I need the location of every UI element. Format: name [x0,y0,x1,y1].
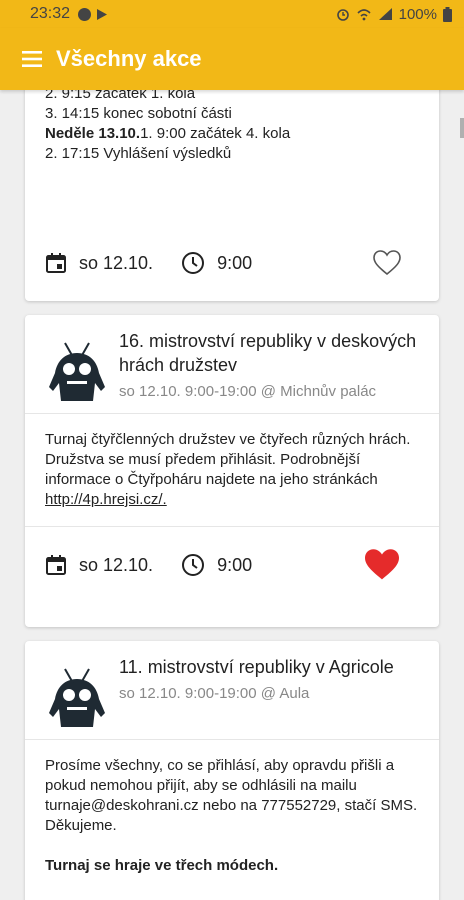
events-list[interactable]: 2. 9:15 začátek 1. kola 3. 14:15 konec s… [0,90,464,900]
event-card[interactable]: 11. mistrovství republiky v Agricole so … [25,641,439,900]
event-description: Turnaj čtyřčlenných družstev ve čtyřech … [45,431,411,508]
status-right: 100% [336,6,452,23]
event-description: 2. 9:15 začátek 1. kola 3. 14:15 konec s… [25,90,439,180]
event-link[interactable]: http://4p.hrejsi.cz/. [45,491,167,508]
signal-icon [378,8,392,20]
event-time: 9:00 [181,251,252,275]
app-title: Všechny akce [56,46,202,71]
clock-icon [182,554,205,576]
notification-a-icon [78,7,92,21]
event-card[interactable]: 16. mistrovství republiky v deskových hr… [25,315,439,627]
event-meta: so 12.10. 9:00-19:00 @ Aula [119,685,310,702]
event-card[interactable]: 2. 9:15 začátek 1. kola 3. 14:15 konec s… [25,90,439,301]
description-line: 2. 9:15 začátek 1. kola [45,90,196,102]
event-info: 16. mistrovství republiky v deskových hr… [119,329,419,403]
favorite-filled-icon[interactable] [363,548,401,582]
wifi-call-icon [357,9,371,21]
event-footer: so 12.10. 9:00 [25,527,439,603]
board-game-logo-icon [49,342,105,401]
description-bold-line: Turnaj se hraje ve třech módech. [45,857,279,874]
menu-icon[interactable] [22,51,42,67]
status-bar: 23:32 100% [0,0,464,28]
scrollbar[interactable] [460,118,464,138]
battery-icon [443,6,452,22]
clock-icon [182,252,205,274]
event-description: Prosíme všechny, co se přihlásí, aby opr… [45,757,418,874]
event-info: 11. mistrovství republiky v Agricole so … [119,655,394,729]
event-meta: so 12.10. 9:00-19:00 @ Michnův palác [119,383,377,400]
calendar-icon [46,253,66,273]
event-time: 9:00 [181,553,252,577]
board-game-logo-icon [49,668,105,727]
event-header: 16. mistrovství republiky v deskových hr… [25,315,439,413]
description-line: 2. 17:15 Vyhlášení výsledků [45,145,232,162]
event-title: 11. mistrovství republiky v Agricole [119,657,394,677]
event-footer: so 12.10. 9:00 [25,225,439,301]
play-store-icon [97,8,108,20]
status-time: 23:32 [30,5,71,22]
favorite-outline-icon[interactable] [373,250,401,276]
notification-icons [78,7,108,21]
calendar-icon [46,555,66,575]
event-header: 11. mistrovství republiky v Agricole so … [25,641,439,739]
event-date: so 12.10. [45,554,153,576]
alarm-icon [336,9,349,21]
event-title: 16. mistrovství republiky v deskových hr… [119,331,417,375]
description-line: 3. 14:15 konec sobotní části [45,105,232,122]
event-date: so 12.10. [45,252,153,274]
battery-percent: 100% [398,5,437,23]
app-bar: Všechny akce [0,28,464,90]
description-line: Neděle 13.10.1. 9:00 začátek 4. kola [45,125,291,142]
